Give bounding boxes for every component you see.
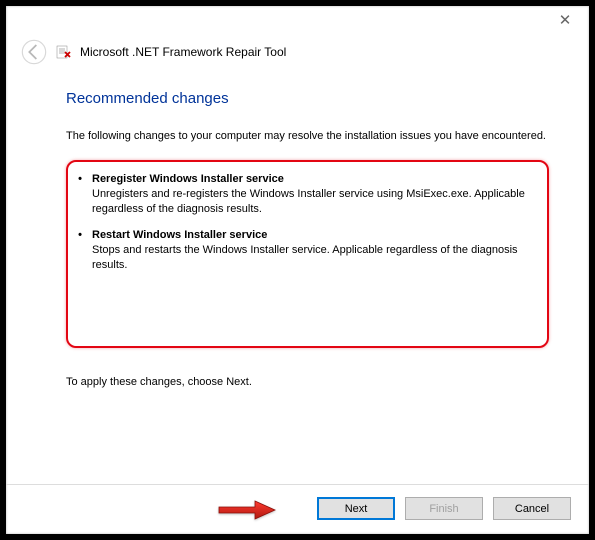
change-description: Unregisters and re-registers the Windows… <box>92 188 525 215</box>
close-button[interactable]: ✕ <box>545 11 585 29</box>
app-icon <box>56 44 72 60</box>
list-item: • Restart Windows Installer service Stop… <box>74 228 533 273</box>
dialog-window: ✕ Microsoft .NET Framework Repair Tool R… <box>6 6 589 534</box>
change-title: Restart Windows Installer service <box>92 228 533 243</box>
apply-note: To apply these changes, choose Next. <box>66 376 549 388</box>
changes-list: • Reregister Windows Installer service U… <box>66 160 549 348</box>
back-arrow-icon <box>20 38 48 66</box>
next-button[interactable]: Next <box>317 497 395 520</box>
content-area: Recommended changes The following change… <box>6 68 589 484</box>
window-title: Microsoft .NET Framework Repair Tool <box>80 45 286 59</box>
header-row: Microsoft .NET Framework Repair Tool <box>6 34 589 68</box>
button-bar: Next Finish Cancel <box>6 484 589 534</box>
cancel-button[interactable]: Cancel <box>493 497 571 520</box>
finish-button: Finish <box>405 497 483 520</box>
annotation-arrow <box>217 499 277 521</box>
bullet-icon: • <box>74 228 86 273</box>
page-heading: Recommended changes <box>66 90 549 107</box>
bullet-icon: • <box>74 172 86 217</box>
change-title: Reregister Windows Installer service <box>92 172 533 187</box>
intro-text: The following changes to your computer m… <box>66 129 549 144</box>
list-item: • Reregister Windows Installer service U… <box>74 172 533 217</box>
back-button[interactable] <box>20 38 48 66</box>
screenshot-frame: ✕ Microsoft .NET Framework Repair Tool R… <box>0 0 595 540</box>
change-description: Stops and restarts the Windows Installer… <box>92 244 518 271</box>
titlebar: ✕ <box>6 6 589 34</box>
